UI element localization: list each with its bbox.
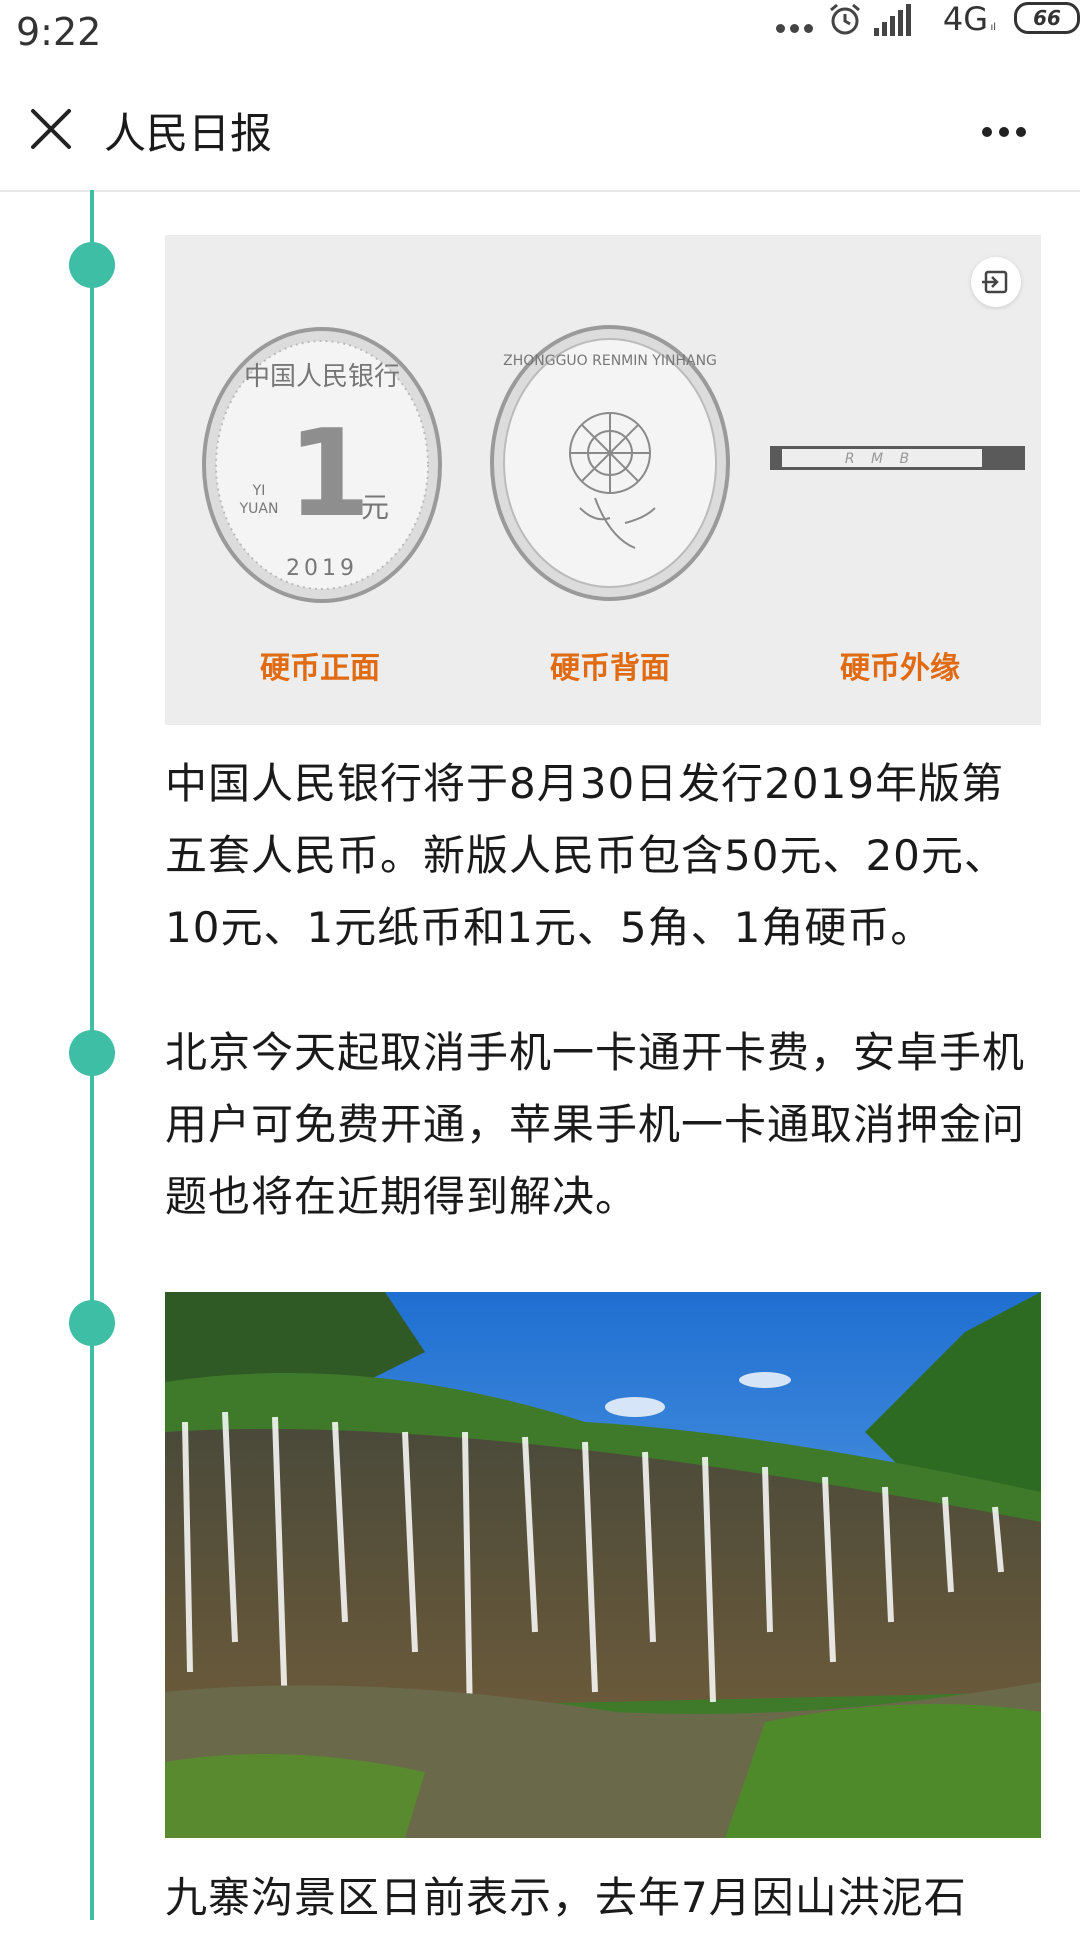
caption-coin-back: 硬币背面 [550,651,670,686]
close-icon[interactable] [28,106,74,152]
coin-back-text: ZHONGGUO RENMIN YINHANG [503,353,717,369]
timeline-dot [69,1300,115,1346]
more-options-icon[interactable] [982,122,1036,137]
coin-front-year: 2019 [286,556,358,581]
news-text-2: 北京今天起取消手机一卡通开卡费，安卓手机用户可免费开通，苹果手机一卡通取消押金问… [165,1028,1026,1221]
news-text-3: 九寨沟景区日前表示，去年7月因山洪泥石 [165,1873,967,1922]
coin-front-top-text: 中国人民银行 [244,362,400,392]
news-text-1: 中国人民银行将于8月30日发行2019年版第五套人民币。新版人民币包含50元、2… [165,759,1007,952]
status-time: 9:22 [16,10,102,54]
coin-edge-graphic: R M B [770,446,1025,470]
coin-image[interactable]: 中国人民银行 1 元 YI YUAN 2019 ZHONGGUO RENMIN … [165,235,1041,725]
coin-front-value: 1 [287,405,371,544]
signal-icon [874,4,911,36]
network-type: 4G [942,0,988,38]
battery-level: 66 [1033,6,1061,30]
timeline-dot [69,242,115,288]
timeline-dot [69,1030,115,1076]
coin-edge-text: R M B [845,451,915,467]
expand-icon[interactable] [971,257,1021,307]
network-activity: ıl [990,22,996,33]
coin-back-graphic: ZHONGGUO RENMIN YINHANG [490,325,730,601]
battery-icon: 66 [1014,2,1080,34]
caption-coin-front: 硬币正面 [260,651,380,686]
coin-front-pinyin-2: YUAN [239,501,279,517]
status-bar: 9:22 4G ıl 66 [0,0,1080,66]
caption-coin-edge: 硬币外缘 [840,651,960,686]
coin-front-unit: 元 [361,491,389,524]
more-dots-icon [776,18,818,37]
page-title: 人民日报 [104,109,273,158]
waterfall-landscape-photo[interactable] [165,1292,1041,1838]
coin-front-pinyin-1: YI [252,483,266,499]
coin-front-graphic: 中国人民银行 1 元 YI YUAN 2019 [202,327,442,603]
nav-bar: 人民日报 [0,66,1080,192]
alarm-icon [830,3,860,35]
